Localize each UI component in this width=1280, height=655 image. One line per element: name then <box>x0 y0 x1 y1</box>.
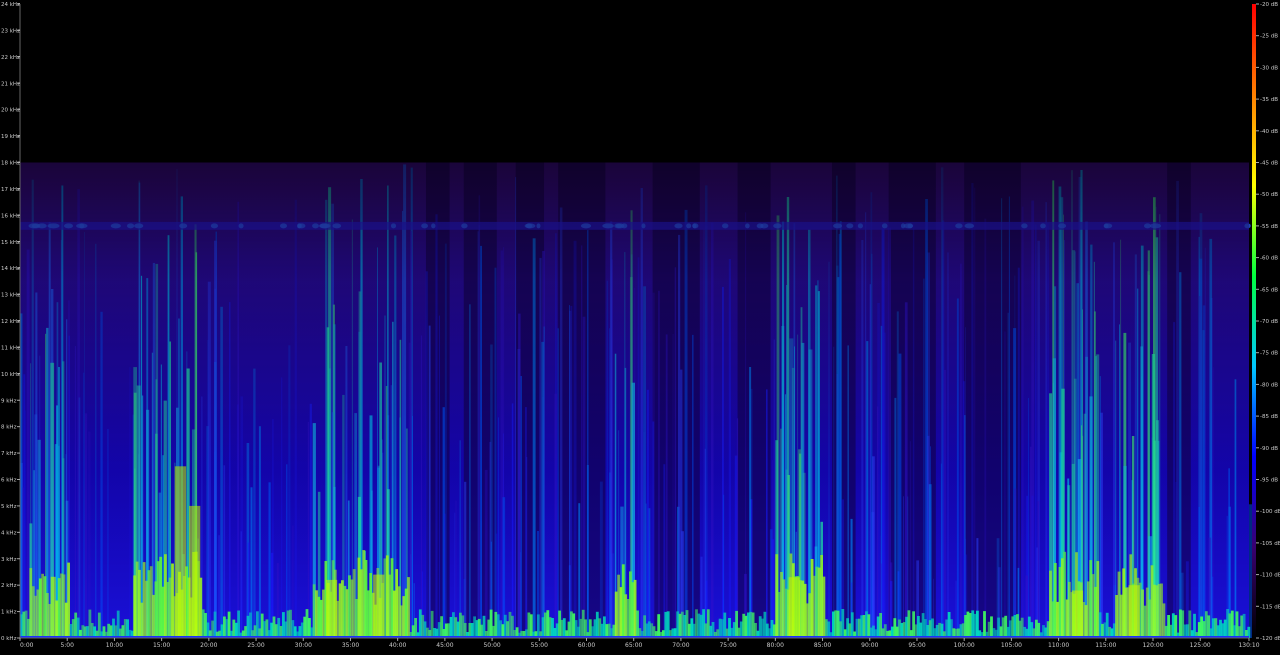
y-tick-label: 24 kHz <box>1 2 20 8</box>
colorbar-tick-label: -90 dB <box>1260 446 1278 452</box>
x-tick-label: 85:00 <box>814 642 831 649</box>
y-tick-label: 21 kHz <box>1 81 20 87</box>
y-tick-label: 19 kHz <box>1 134 20 140</box>
x-tick-label: 110:00 <box>1048 642 1069 649</box>
colorbar-tick-label: -40 dB <box>1260 129 1278 135</box>
x-tick-label: 125:00 <box>1190 642 1211 649</box>
colorbar-tick-label: -65 dB <box>1260 287 1278 293</box>
x-tick-label: 55:00 <box>531 642 548 649</box>
colorbar-tick-label: -45 dB <box>1260 161 1278 167</box>
x-tick-label: 10:00 <box>106 642 123 649</box>
y-tick-label: 17 kHz <box>1 187 20 193</box>
colorbar-tick-label: -75 dB <box>1260 351 1278 357</box>
x-tick-label: 30:00 <box>295 642 312 649</box>
x-tick-label: 80:00 <box>767 642 784 649</box>
x-tick-label: 90:00 <box>861 642 878 649</box>
x-tick-label: 115:00 <box>1095 642 1116 649</box>
colorbar-tick-label: -50 dB <box>1260 192 1278 198</box>
y-tick-label: 16 kHz <box>1 213 20 219</box>
y-axis: 0 kHz 1 kHz 2 kHz 3 kHz 4 kHz 5 kHz 6 kHz 7 kHz… <box>1 2 21 642</box>
x-tick-label: 105:00 <box>1001 642 1022 649</box>
colorbar-tick-label: -85 dB <box>1260 414 1278 420</box>
y-tick-label: 22 kHz <box>1 55 20 61</box>
x-tick-label: 65:00 <box>625 642 642 649</box>
y-tick-label: 2 kHz <box>1 583 17 589</box>
colorbar-tick-label: -100 dB <box>1260 509 1280 515</box>
y-tick-label: 1 kHz <box>1 610 17 616</box>
x-tick-label: 40:00 <box>389 642 406 649</box>
colorbar-tick-label: -105 dB <box>1260 541 1280 547</box>
y-tick-label: 8 kHz <box>1 425 17 431</box>
y-tick-label: 18 kHz <box>1 161 20 167</box>
x-tick-label: 20:00 <box>200 642 217 649</box>
x-axis: 0:00 5:00 10:00 15:00 20:00 25:00 30:00 35:00 40… <box>19 637 1260 649</box>
y-tick-label: 4 kHz <box>1 530 17 536</box>
x-tick-label: 0:00 <box>20 642 34 649</box>
spectrogram-view: 0 kHz 1 kHz 2 kHz 3 kHz 4 kHz 5 kHz 6 kHz 7 kHz… <box>0 0 1280 651</box>
y-tick-label: 3 kHz <box>1 557 17 563</box>
y-tick-label: 11 kHz <box>1 345 20 351</box>
spectral-streak <box>1249 504 1252 638</box>
x-tick-label: 45:00 <box>436 642 453 649</box>
y-tick-label: 13 kHz <box>1 293 20 299</box>
y-tick-label: 10 kHz <box>1 372 20 378</box>
y-tick-label: 6 kHz <box>1 478 17 484</box>
colorbar-tick-label: -60 dB <box>1260 256 1278 262</box>
x-tick-label: 35:00 <box>342 642 359 649</box>
x-tick-label: 75:00 <box>719 642 736 649</box>
colorbar-tick-label: -120 dB <box>1260 636 1280 642</box>
colorbar-tick-label: -80 dB <box>1260 382 1278 388</box>
x-tick-label: 15:00 <box>153 642 170 649</box>
x-tick-label: 120:00 <box>1142 642 1163 649</box>
spectrogram-layer <box>20 162 1252 639</box>
x-tick-label: 95:00 <box>908 642 925 649</box>
colorbar-tick-label: -35 dB <box>1260 97 1278 103</box>
colorbar-tick-label: -25 dB <box>1260 34 1278 40</box>
colorbar-tick-label: -115 dB <box>1260 604 1280 610</box>
x-tick-label: 5:00 <box>60 642 74 649</box>
y-tick-label: 23 kHz <box>1 28 20 34</box>
y-tick-label: 0 kHz <box>1 636 17 642</box>
upper-fade <box>20 162 1249 638</box>
y-tick-label: 15 kHz <box>1 240 20 246</box>
x-tick-label: 50:00 <box>483 642 500 649</box>
colorbar-gradient <box>1252 4 1256 638</box>
y-tick-label: 12 kHz <box>1 319 20 325</box>
x-tick-label: 130:10 <box>1238 642 1259 649</box>
colorbar-tick-label: -95 dB <box>1260 478 1278 484</box>
colorbar-tick-label: -20 dB <box>1260 2 1278 8</box>
y-tick-label: 9 kHz <box>1 398 17 404</box>
y-tick-label: 5 kHz <box>1 504 17 510</box>
y-tick-label: 14 kHz <box>1 266 20 272</box>
x-tick-label: 70:00 <box>672 642 689 649</box>
y-tick-label: 7 kHz <box>1 451 17 457</box>
colorbar: -20 dB -25 dB -30 dB -35 dB -40 dB -45 dB -50 … <box>1252 2 1280 642</box>
colorbar-tick-label: -55 dB <box>1260 224 1278 230</box>
x-tick-label: 25:00 <box>247 642 264 649</box>
colorbar-tick-label: -70 dB <box>1260 319 1278 325</box>
y-tick-label: 20 kHz <box>1 108 20 114</box>
colorbar-tick-label: -110 dB <box>1260 573 1280 579</box>
colorbar-tick-label: -30 dB <box>1260 65 1278 71</box>
x-tick-label: 100:00 <box>954 642 975 649</box>
spectrogram-chart: 0 kHz 1 kHz 2 kHz 3 kHz 4 kHz 5 kHz 6 kHz 7 kHz… <box>1 2 1280 649</box>
x-tick-label: 60:00 <box>578 642 595 649</box>
